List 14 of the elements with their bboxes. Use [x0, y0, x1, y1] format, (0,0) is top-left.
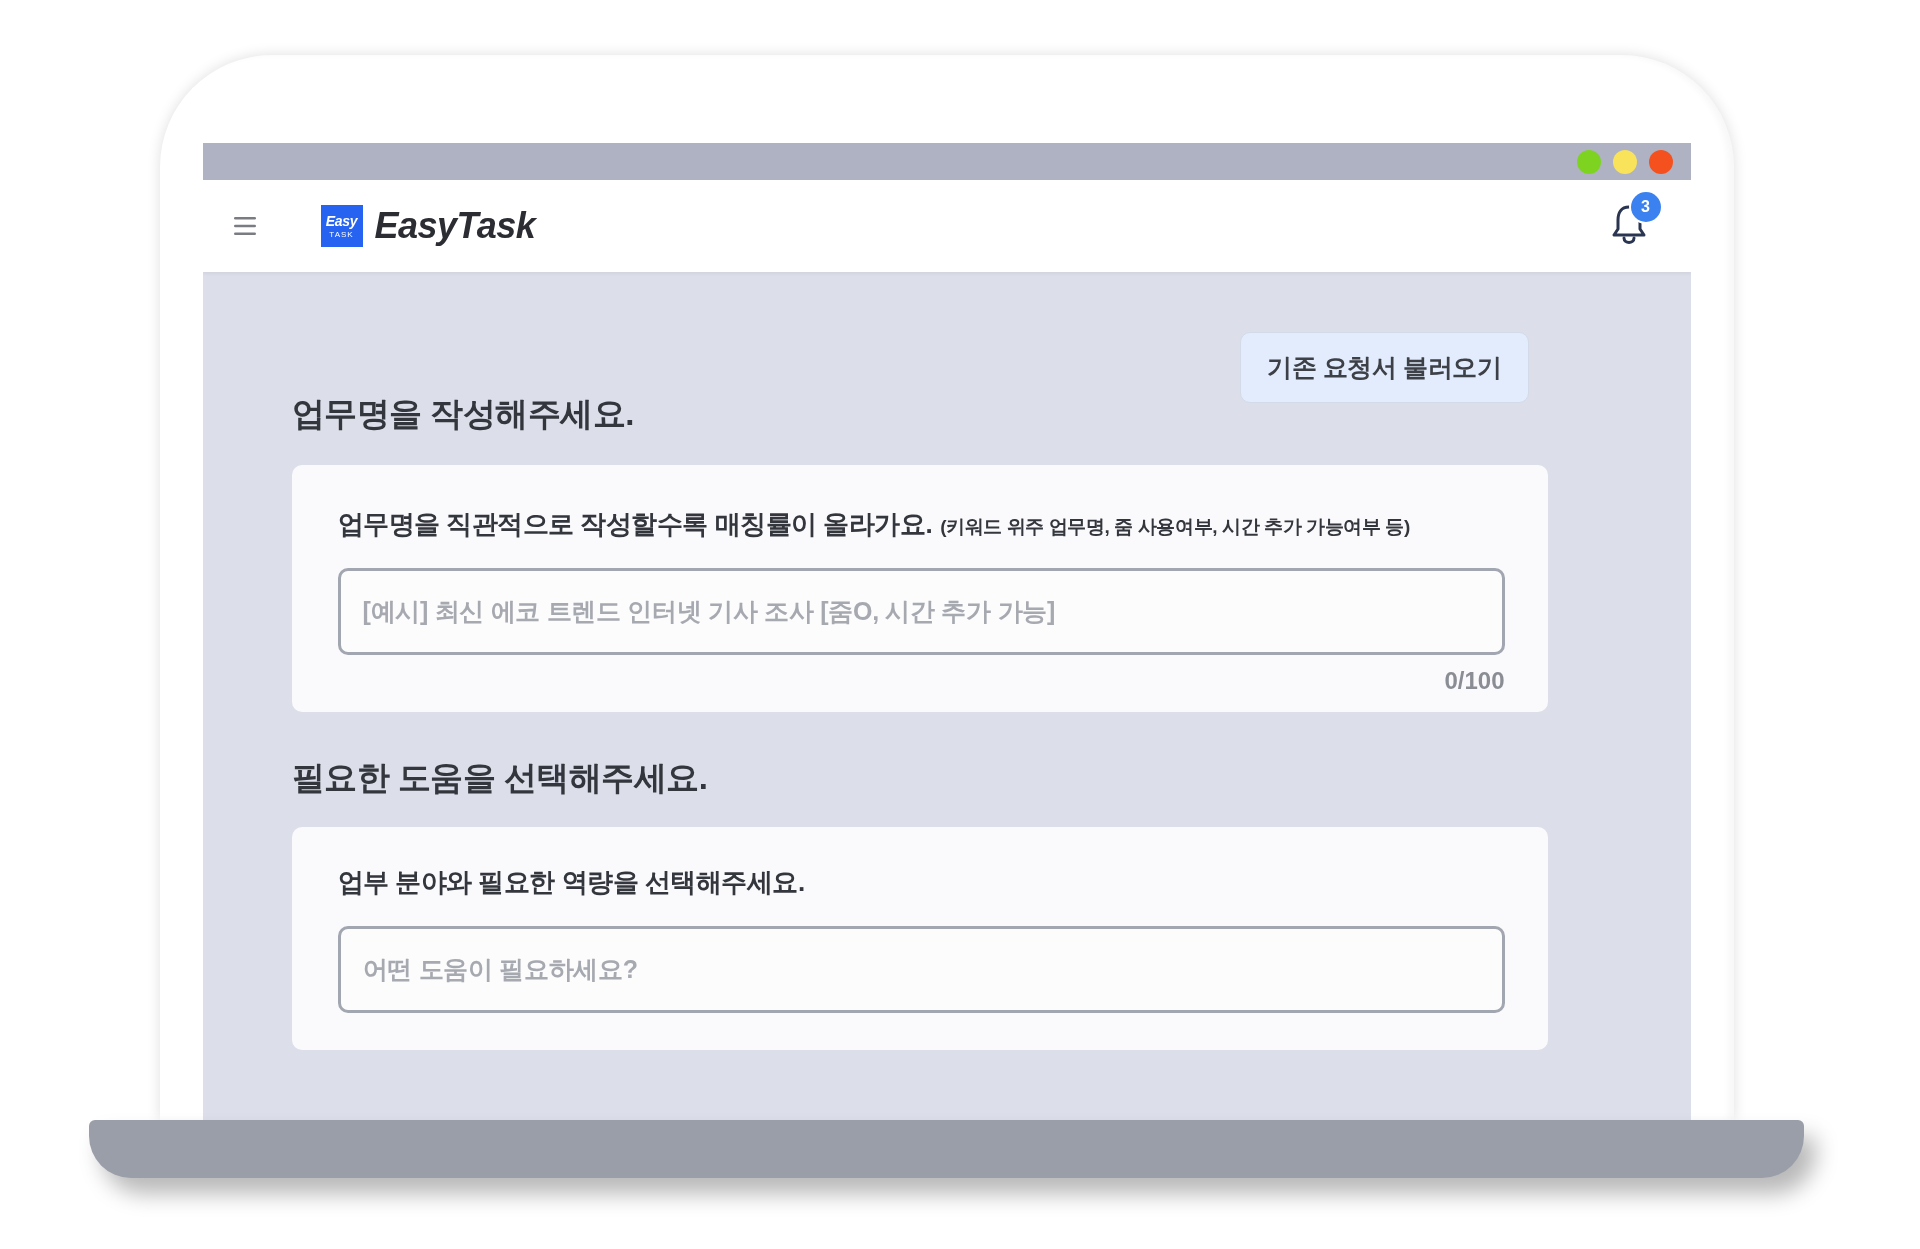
field-label: 업무명을 직관적으로 작성할수록 매칭률이 올라가요.	[337, 510, 933, 540]
field-hint: (키워드 위주 업무명, 줌 사용여부, 시간 추가 가능여부 등)	[940, 515, 1410, 539]
logo-badge-tagline: TASK	[329, 230, 354, 239]
app-logo-name: EasyTask	[374, 208, 536, 244]
logo-badge-word: Easy	[325, 213, 358, 228]
text-input-field[interactable]: 어떤 도움이 필요하세요?	[337, 926, 1505, 1014]
character-counter: 0/100	[1444, 667, 1505, 695]
load-request-button[interactable]: 기존 요청서 불러오기	[1240, 332, 1529, 403]
section-heading: 필요한 도움을 선택해주세요.	[291, 760, 708, 797]
section-heading: 업무명을 작성해주세요.	[291, 395, 634, 432]
menu-icon[interactable]	[233, 217, 256, 235]
field-label: 업부 분야와 필요한 역량을 선택해주세요.	[337, 868, 805, 899]
text-input-field[interactable]: [예시] 최신 에코 트렌드 인터넷 기사 조사 [줌O, 시간 추가 가능]	[337, 568, 1505, 655]
notification-badge: 3	[1630, 192, 1661, 222]
